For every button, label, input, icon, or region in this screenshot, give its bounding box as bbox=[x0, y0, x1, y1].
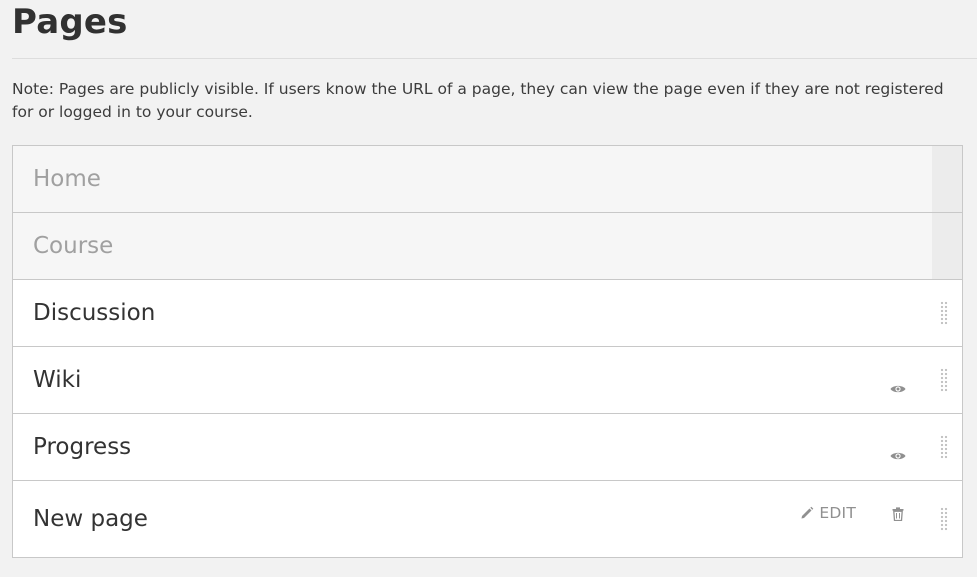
visibility-note: Note: Pages are publicly visible. If use… bbox=[12, 80, 944, 121]
page-row-wiki: Wiki bbox=[13, 347, 962, 414]
trash-icon[interactable] bbox=[892, 506, 904, 522]
page-label: Wiki bbox=[33, 367, 82, 393]
drag-handle-icon[interactable] bbox=[940, 368, 948, 392]
page-label: Course bbox=[33, 233, 114, 259]
title-divider bbox=[12, 58, 977, 59]
drag-handle-icon[interactable] bbox=[940, 301, 948, 325]
edit-button[interactable]: EDIT bbox=[800, 503, 856, 523]
page-label: New page bbox=[33, 506, 148, 532]
page-label: Discussion bbox=[33, 300, 156, 326]
page-label: Progress bbox=[33, 434, 132, 460]
page-row-progress: Progress bbox=[13, 414, 962, 481]
page-row-course: Course bbox=[13, 213, 962, 280]
page-row-home: Home bbox=[13, 146, 962, 213]
page-row-discussion: Discussion bbox=[13, 280, 962, 347]
pages-list: Home Course Discussion Wiki Progress New… bbox=[12, 145, 963, 558]
page-title: Pages bbox=[12, 2, 128, 42]
eye-icon[interactable] bbox=[890, 446, 906, 460]
edit-label: EDIT bbox=[819, 504, 856, 522]
page-row-new-page: New page EDIT bbox=[13, 481, 962, 557]
drag-handle-icon[interactable] bbox=[940, 435, 948, 459]
eye-icon[interactable] bbox=[890, 379, 906, 393]
page-label: Home bbox=[33, 166, 101, 192]
pencil-icon bbox=[801, 506, 814, 519]
drag-handle-icon[interactable] bbox=[940, 507, 948, 531]
